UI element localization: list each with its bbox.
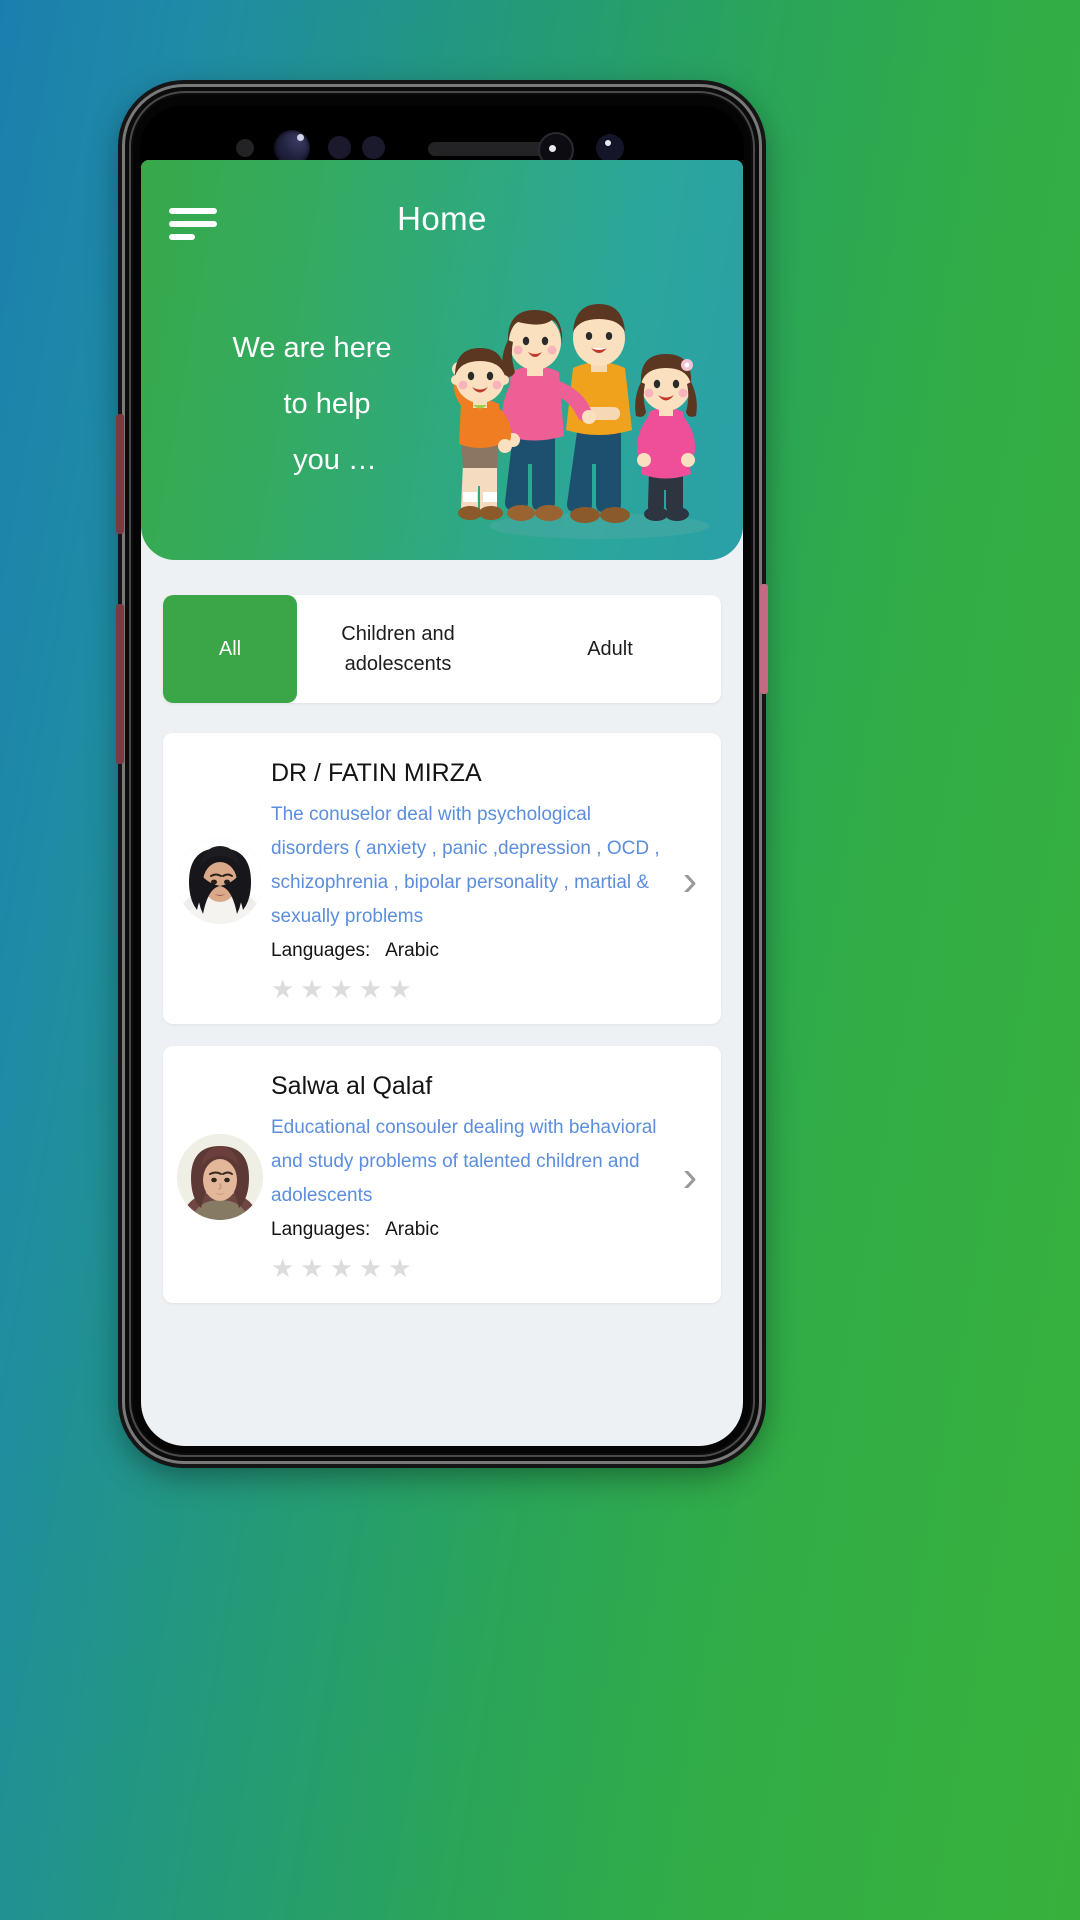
tab-adult[interactable]: Adult [499,595,721,703]
hero-tagline-line-3: you … [293,444,377,476]
page-title: Home [397,200,487,237]
dot-projector-icon [596,134,624,162]
hero-tagline-line-1: We are here [232,332,392,364]
app-top-bar: Home [141,160,743,272]
provider-description: Educational consouler dealing with behav… [271,1117,657,1206]
hero-tagline-line-2: to help [283,388,371,420]
volume-down-button[interactable] [116,604,124,764]
provider-name: DR / FATIN MIRZA [271,759,482,787]
languages-label: Languages: [271,1219,371,1240]
boy-figure [451,348,512,520]
tab-all[interactable]: All [163,595,297,703]
provider-languages: Languages: Arabic [271,940,663,962]
girl-figure [635,354,697,521]
provider-info: Salwa al Qalaf Educational consouler dea… [271,1072,673,1281]
proximity-sensor-icon [236,139,254,157]
phone-device-frame: Home We are here to help you … All Child… [116,84,768,1464]
rating-stars[interactable]: ★★★★★ [271,976,663,1002]
tab-children-and-adolescents[interactable]: Children and adolescents [297,595,499,703]
category-filter-tabs[interactable]: All Children and adolescents Adult [163,595,721,703]
rating-stars[interactable]: ★★★★★ [271,1255,663,1281]
provider-card[interactable]: DR / FATIN MIRZA The conuselor deal with… [163,733,721,1024]
phone-screen: Home We are here to help you … All Child… [141,160,743,1446]
provider-description: The conuselor deal with psychological di… [271,804,660,927]
avatar [177,1133,263,1220]
provider-list: DR / FATIN MIRZA The conuselor deal with… [141,703,743,1303]
provider-name: Salwa al Qalaf [271,1072,433,1100]
secondary-sensor-icon [362,136,385,159]
power-button[interactable] [760,584,768,694]
volume-up-button[interactable] [116,414,124,534]
provider-languages: Languages: Arabic [271,1219,663,1241]
page-background: Home We are here to help you … All Child… [0,0,1080,1920]
avatar [177,837,263,924]
languages-value: Arabic [385,940,439,961]
hero-tagline: We are here to help you … [177,320,447,488]
earpiece-speaker [428,142,546,156]
chevron-right-icon[interactable]: › [673,1154,707,1199]
hero-banner: Home We are here to help you … [141,160,743,560]
provider-info: DR / FATIN MIRZA The conuselor deal with… [271,759,673,1002]
family-illustration [451,304,709,539]
ambient-light-sensor-icon [328,136,351,159]
chevron-right-icon[interactable]: › [673,858,707,903]
languages-label: Languages: [271,940,371,961]
provider-card[interactable]: Salwa al Qalaf Educational consouler dea… [163,1046,721,1303]
languages-value: Arabic [385,1219,439,1240]
